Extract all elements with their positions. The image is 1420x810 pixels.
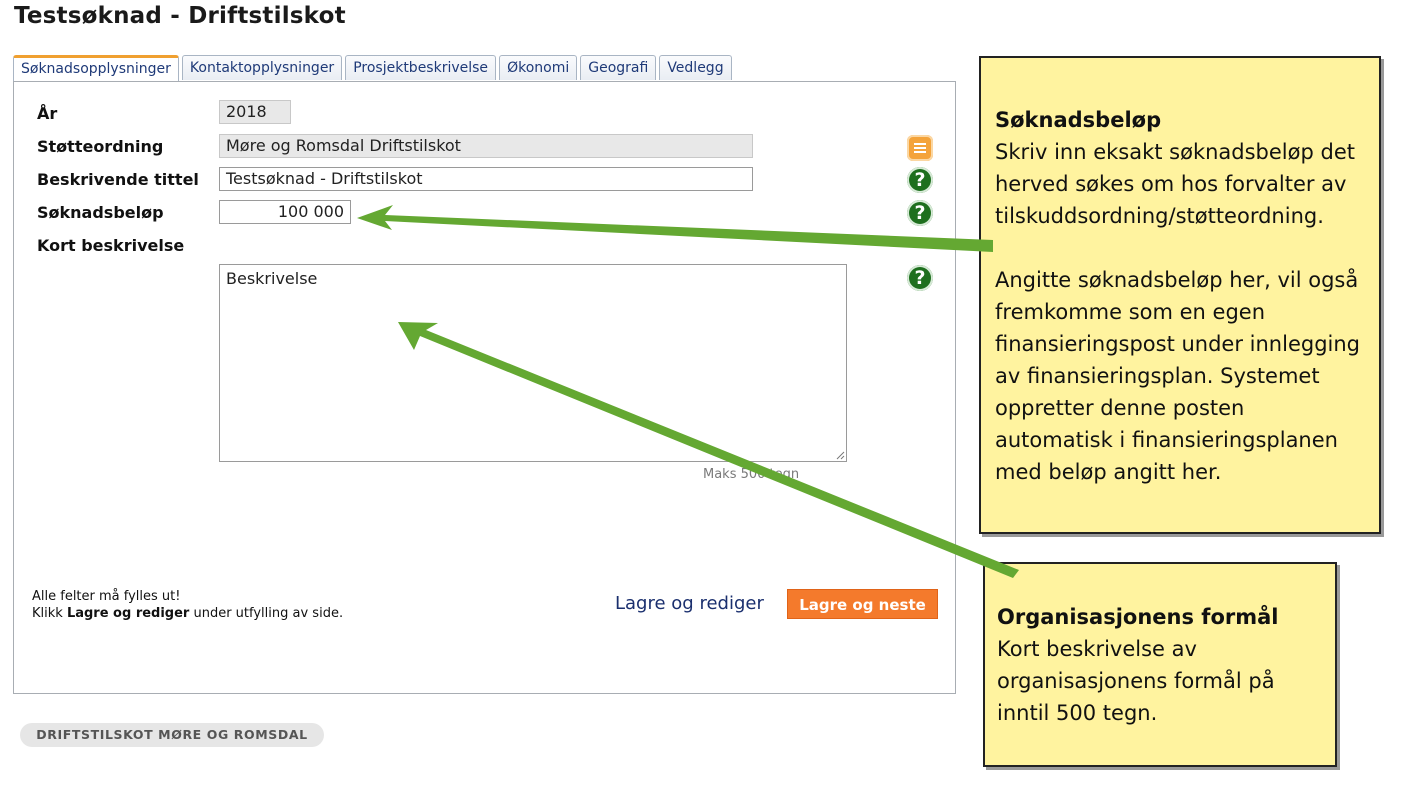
- lagre-og-neste-button[interactable]: Lagre og neste: [787, 589, 938, 619]
- tittel-label: Beskrivende tittel: [37, 170, 199, 189]
- page-title: Testsøknad - Driftstilskot: [14, 3, 346, 29]
- tab-kontaktopplysninger[interactable]: Kontaktopplysninger: [181, 55, 343, 80]
- ar-label: År: [37, 104, 58, 123]
- tab-bar: Søknadsopplysninger Kontaktopplysninger …: [13, 55, 732, 82]
- tab-okonomi[interactable]: Økonomi: [499, 55, 578, 80]
- callout-soknadsbelop-text2: Angitte søknadsbeløp her, vil også fremk…: [995, 268, 1361, 484]
- stotteordning-label: Støtteordning: [37, 137, 164, 156]
- tab-vedlegg[interactable]: Vedlegg: [659, 55, 732, 80]
- tab-prosjektbeskrivelse[interactable]: Prosjektbeskrivelse: [345, 55, 497, 80]
- callout-organisasjonens-formal: Organisasjonens formål Kort beskrivelse …: [983, 562, 1337, 767]
- ordning-badge[interactable]: DRIFTSTILSKOT MØRE OG ROMSDAL: [20, 723, 324, 747]
- callout-soknadsbelop-title: Søknadsbeløp: [995, 108, 1162, 132]
- tab-soknadsopplysninger[interactable]: Søknadsopplysninger: [13, 55, 179, 82]
- tab-geografi[interactable]: Geografi: [580, 55, 657, 80]
- save-instruction-prefix: Klikk: [32, 606, 67, 621]
- tittel-input[interactable]: Testsøknad - Driftstilskot: [219, 167, 753, 191]
- callout-soknadsbelop-text1: Skriv inn eksakt søknadsbeløp det herved…: [995, 140, 1355, 228]
- lagre-og-rediger-link[interactable]: Lagre og rediger: [615, 593, 764, 614]
- resize-handle-icon[interactable]: [835, 450, 845, 460]
- ar-field: 2018: [219, 100, 291, 124]
- save-instruction: Klikk Lagre og rediger under utfylling a…: [32, 606, 343, 621]
- belop-label: Søknadsbeløp: [37, 203, 164, 222]
- form-panel: År 2018 Støtteordning Møre og Romsdal Dr…: [13, 81, 956, 694]
- kort-beskrivelse-text: Beskrivelse: [226, 269, 318, 288]
- stotteordning-field: Møre og Romsdal Driftstilskot: [219, 134, 753, 158]
- kort-beskrivelse-label: Kort beskrivelse: [37, 236, 185, 255]
- belop-input[interactable]: 100 000: [219, 200, 351, 224]
- kort-beskrivelse-textarea[interactable]: Beskrivelse: [219, 264, 847, 462]
- help-icon-belop[interactable]: ?: [907, 200, 933, 226]
- callout-formal-text: Kort beskrivelse av organisasjonens form…: [997, 637, 1275, 725]
- callout-soknadsbelop: Søknadsbeløp Skriv inn eksakt søknadsbel…: [979, 56, 1381, 534]
- required-notice: Alle felter må fylles ut!: [32, 589, 181, 604]
- save-instruction-bold: Lagre og rediger: [66, 606, 190, 621]
- maks-tegn-hint: Maks 500 tegn: [703, 467, 800, 482]
- help-icon-kort-beskrivelse[interactable]: ?: [907, 265, 933, 291]
- save-instruction-suffix: under utfylling av side.: [189, 606, 344, 621]
- callout-formal-title: Organisasjonens formål: [997, 605, 1279, 629]
- note-icon[interactable]: [907, 135, 933, 161]
- help-icon-tittel[interactable]: ?: [907, 167, 933, 193]
